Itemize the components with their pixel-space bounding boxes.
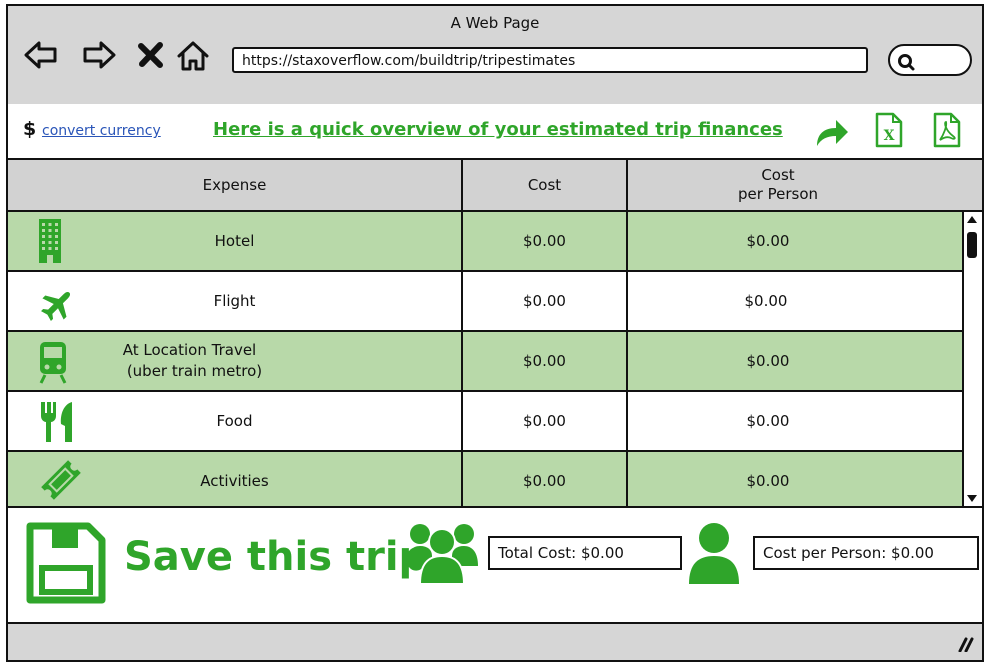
expense-name: Hotel	[214, 231, 255, 250]
arrow-right-icon	[83, 41, 116, 69]
expense-name: Activities	[200, 471, 269, 490]
header-cost: Cost	[527, 175, 562, 194]
scroll-up-icon[interactable]	[966, 214, 978, 224]
expense-table: Expense Cost Cost per Person Hotel $0.00…	[8, 160, 982, 508]
overview-heading: Here is a quick overview of your estimat…	[213, 119, 783, 140]
expense-name: Food	[216, 411, 253, 430]
search-icon	[898, 54, 915, 71]
forward-button[interactable]	[82, 40, 116, 70]
convert-currency-link[interactable]: convert currency	[42, 123, 161, 139]
expense-name-line1: At Location Travel	[122, 341, 257, 359]
arrow-left-icon	[24, 41, 57, 69]
expense-name: Flight	[213, 291, 256, 310]
table-row[interactable]: Hotel $0.00 $0.00	[8, 212, 964, 272]
column-divider	[626, 160, 628, 506]
address-bar[interactable]: https://staxoverflow.com/buildtrip/tripe…	[232, 47, 868, 73]
search-button[interactable]	[888, 44, 972, 76]
expense-cost: $0.00	[523, 351, 566, 370]
header-expense: Expense	[202, 175, 267, 194]
browser-titlebar: A Web Page https://staxoverflow.com/buil…	[8, 6, 982, 106]
expense-per-person: $0.00	[746, 351, 790, 370]
table-header: Expense Cost Cost per Person	[8, 160, 982, 212]
total-cost-field: Total Cost: $0.00	[488, 536, 682, 570]
home-icon	[177, 41, 209, 71]
column-divider	[461, 160, 463, 506]
scrollbar-thumb[interactable]	[967, 232, 977, 258]
table-scrollbar[interactable]	[962, 212, 982, 506]
scroll-down-icon[interactable]	[966, 494, 978, 504]
expense-cost: $0.00	[523, 471, 566, 490]
table-row[interactable]: At Location Travel (uber train metro) $0…	[8, 332, 964, 392]
pdf-export-icon[interactable]	[932, 112, 962, 148]
window-title: A Web Page	[450, 14, 540, 32]
expense-per-person: $0.00	[746, 411, 790, 430]
currency-symbol: $	[23, 118, 37, 140]
expense-cost: $0.00	[523, 291, 566, 310]
expense-name-line2: (uber train metro)	[126, 362, 263, 380]
back-button[interactable]	[24, 40, 57, 70]
share-icon[interactable]	[814, 116, 850, 148]
table-row[interactable]: Flight $0.00 $0.00	[8, 272, 964, 332]
person-icon	[689, 523, 739, 584]
resize-grip-icon[interactable]	[954, 636, 974, 652]
table-row[interactable]: Activities $0.00 $0.00	[8, 452, 964, 506]
header-cost-per-person: Cost per Person	[628, 160, 928, 210]
header-cost-per-person-line2: per Person	[737, 185, 819, 203]
trip-summary: Save this trip Total Cost: $0.00 Cost pe…	[8, 508, 982, 626]
overview-toolbar: $ convert currency Here is a quick overv…	[8, 104, 982, 160]
expense-per-person: $0.00	[746, 471, 790, 490]
expense-cost: $0.00	[523, 231, 566, 250]
home-button[interactable]	[176, 40, 209, 71]
expense-per-person: $0.00	[744, 291, 788, 310]
svg-text:X: X	[884, 128, 895, 144]
expense-name: At Location Travel (uber train metro)	[8, 332, 461, 390]
excel-export-icon[interactable]: X	[874, 112, 904, 148]
group-icon	[406, 524, 478, 584]
expense-per-person: $0.00	[746, 231, 790, 250]
browser-window: A Web Page https://staxoverflow.com/buil…	[6, 4, 984, 662]
status-bar	[8, 622, 982, 660]
floppy-disk-icon[interactable]	[26, 522, 106, 604]
close-icon	[138, 42, 163, 68]
save-trip-button[interactable]: Save this trip	[124, 534, 427, 580]
expense-cost: $0.00	[523, 411, 566, 430]
header-cost-per-person-line1: Cost	[761, 166, 795, 184]
cost-per-person-field: Cost per Person: $0.00	[753, 536, 979, 570]
stop-button[interactable]	[136, 40, 168, 70]
table-row[interactable]: Food $0.00 $0.00	[8, 392, 964, 452]
